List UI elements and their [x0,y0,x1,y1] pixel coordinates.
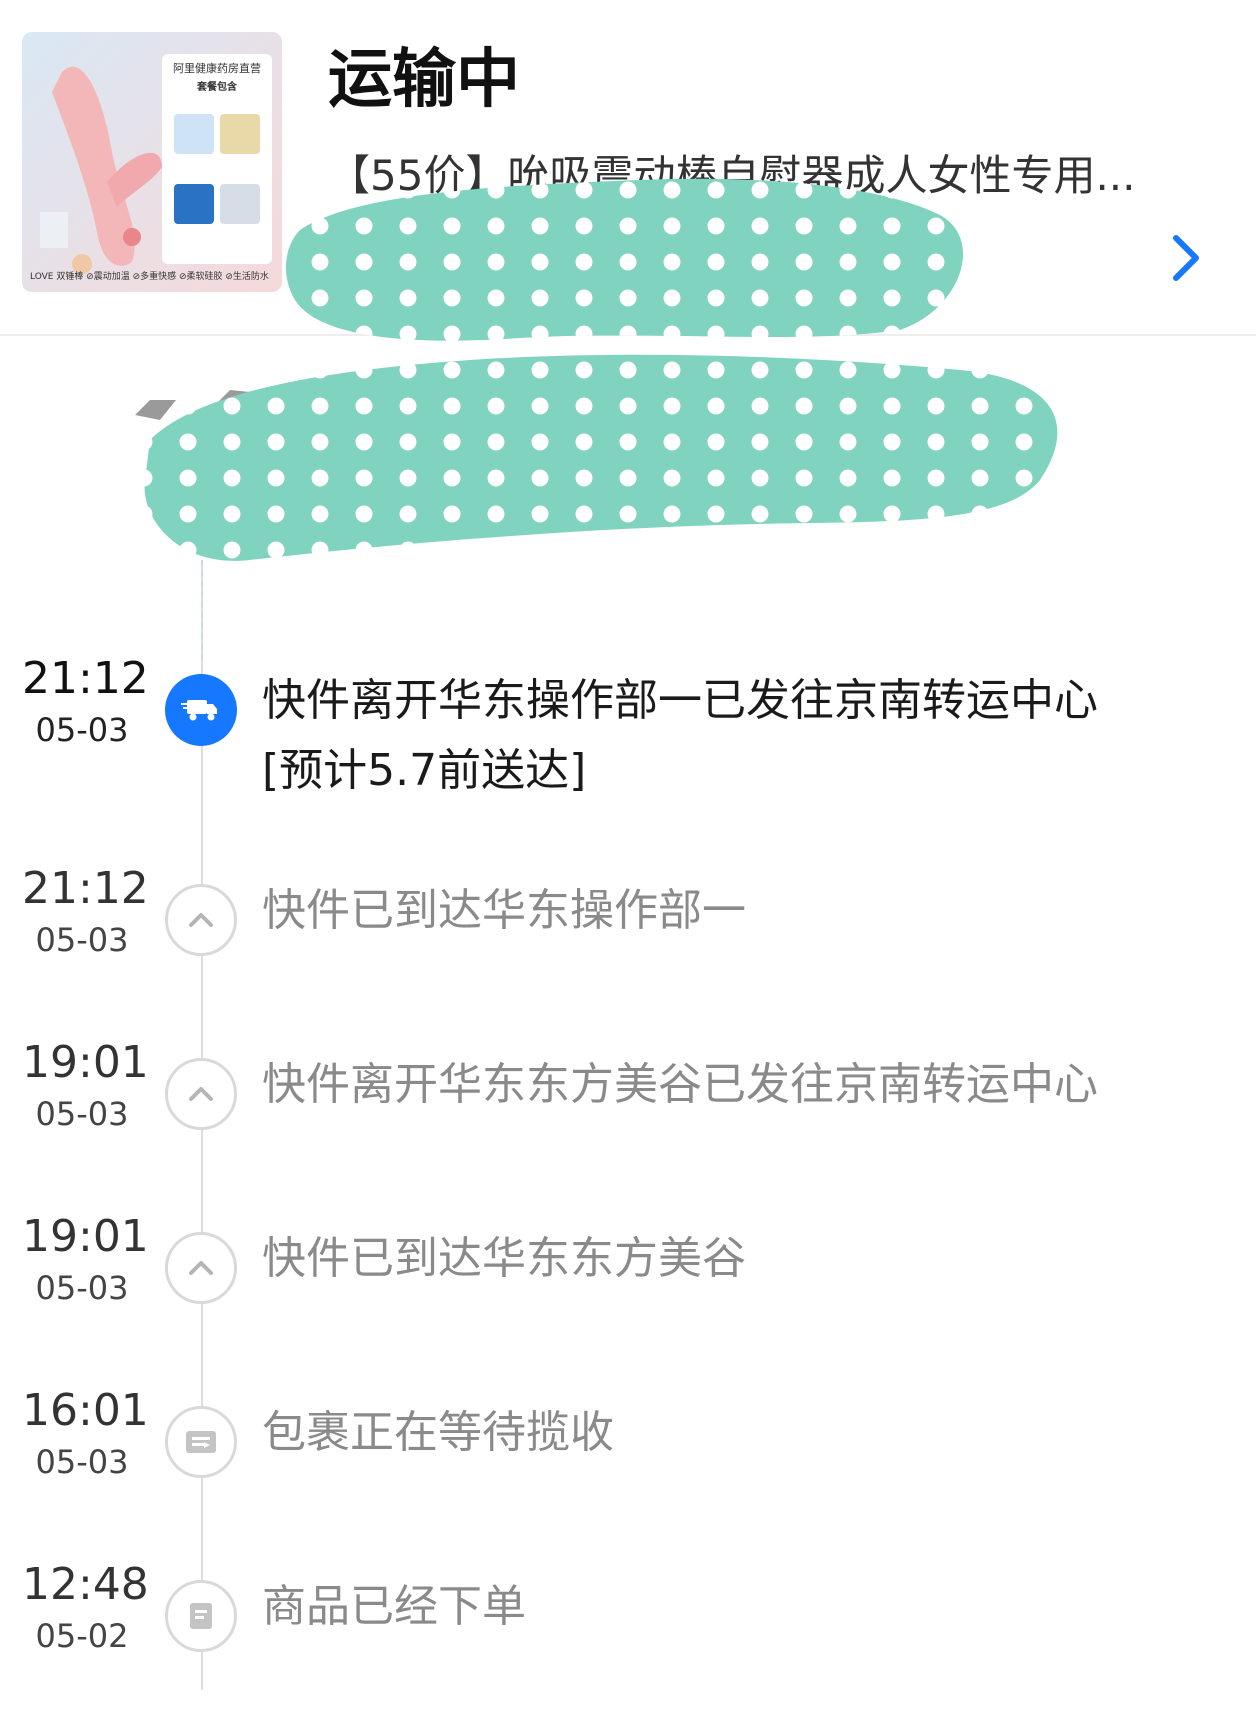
event-description: 快件离开华东东方美谷已发往京南转运中心 [262,1059,1098,1110]
event-time: 19:01 [22,1211,149,1262]
event-description: 快件已到达华东操作部一 [262,885,746,936]
package-pickup-icon [165,1406,237,1478]
event-description: 快件已到达华东东方美谷 [262,1233,746,1284]
event-description: 快件离开华东操作部一已发往京南转运中心 [262,675,1098,726]
caret-up-icon [165,1058,237,1130]
timeline-track-dashed [201,560,203,660]
event-date: 05-03 [35,921,129,959]
event-time: 19:01 [22,1037,149,1088]
event-time: 21:12 [22,653,149,704]
event-date: 05-02 [35,1617,129,1655]
caret-up-icon [165,884,237,956]
event-time: 12:48 [22,1559,149,1610]
timeline-event: 21:12 05-03 快件已到达华东操作部一 [0,862,1256,982]
timeline-event: 19:01 05-03 快件离开华东东方美谷已发往京南转运中心 [0,1036,1256,1156]
caret-up-icon [165,1232,237,1304]
event-estimated-delivery: [预计5.7前送达] [262,745,587,796]
truck-icon [165,674,237,746]
timeline-event: 21:12 05-03 快件离开华东操作部一已发往京南转运中心 [预计5.7前送… [0,652,1256,796]
event-date: 05-03 [35,711,129,749]
event-description: 包裹正在等待揽收 [262,1407,614,1458]
event-time: 16:01 [22,1385,149,1436]
event-date: 05-03 [35,1269,129,1307]
timeline-event: 12:48 05-02 商品已经下单 [0,1558,1256,1678]
event-description: 商品已经下单 [262,1581,526,1632]
order-document-icon [165,1580,237,1652]
timeline-event: 16:01 05-03 包裹正在等待揽收 [0,1384,1256,1504]
event-time: 21:12 [22,863,149,914]
redaction-overlay [135,178,1058,561]
event-date: 05-03 [35,1095,129,1133]
timeline-event: 19:01 05-03 快件已到达华东东方美谷 [0,1210,1256,1330]
event-date: 05-03 [35,1443,129,1481]
